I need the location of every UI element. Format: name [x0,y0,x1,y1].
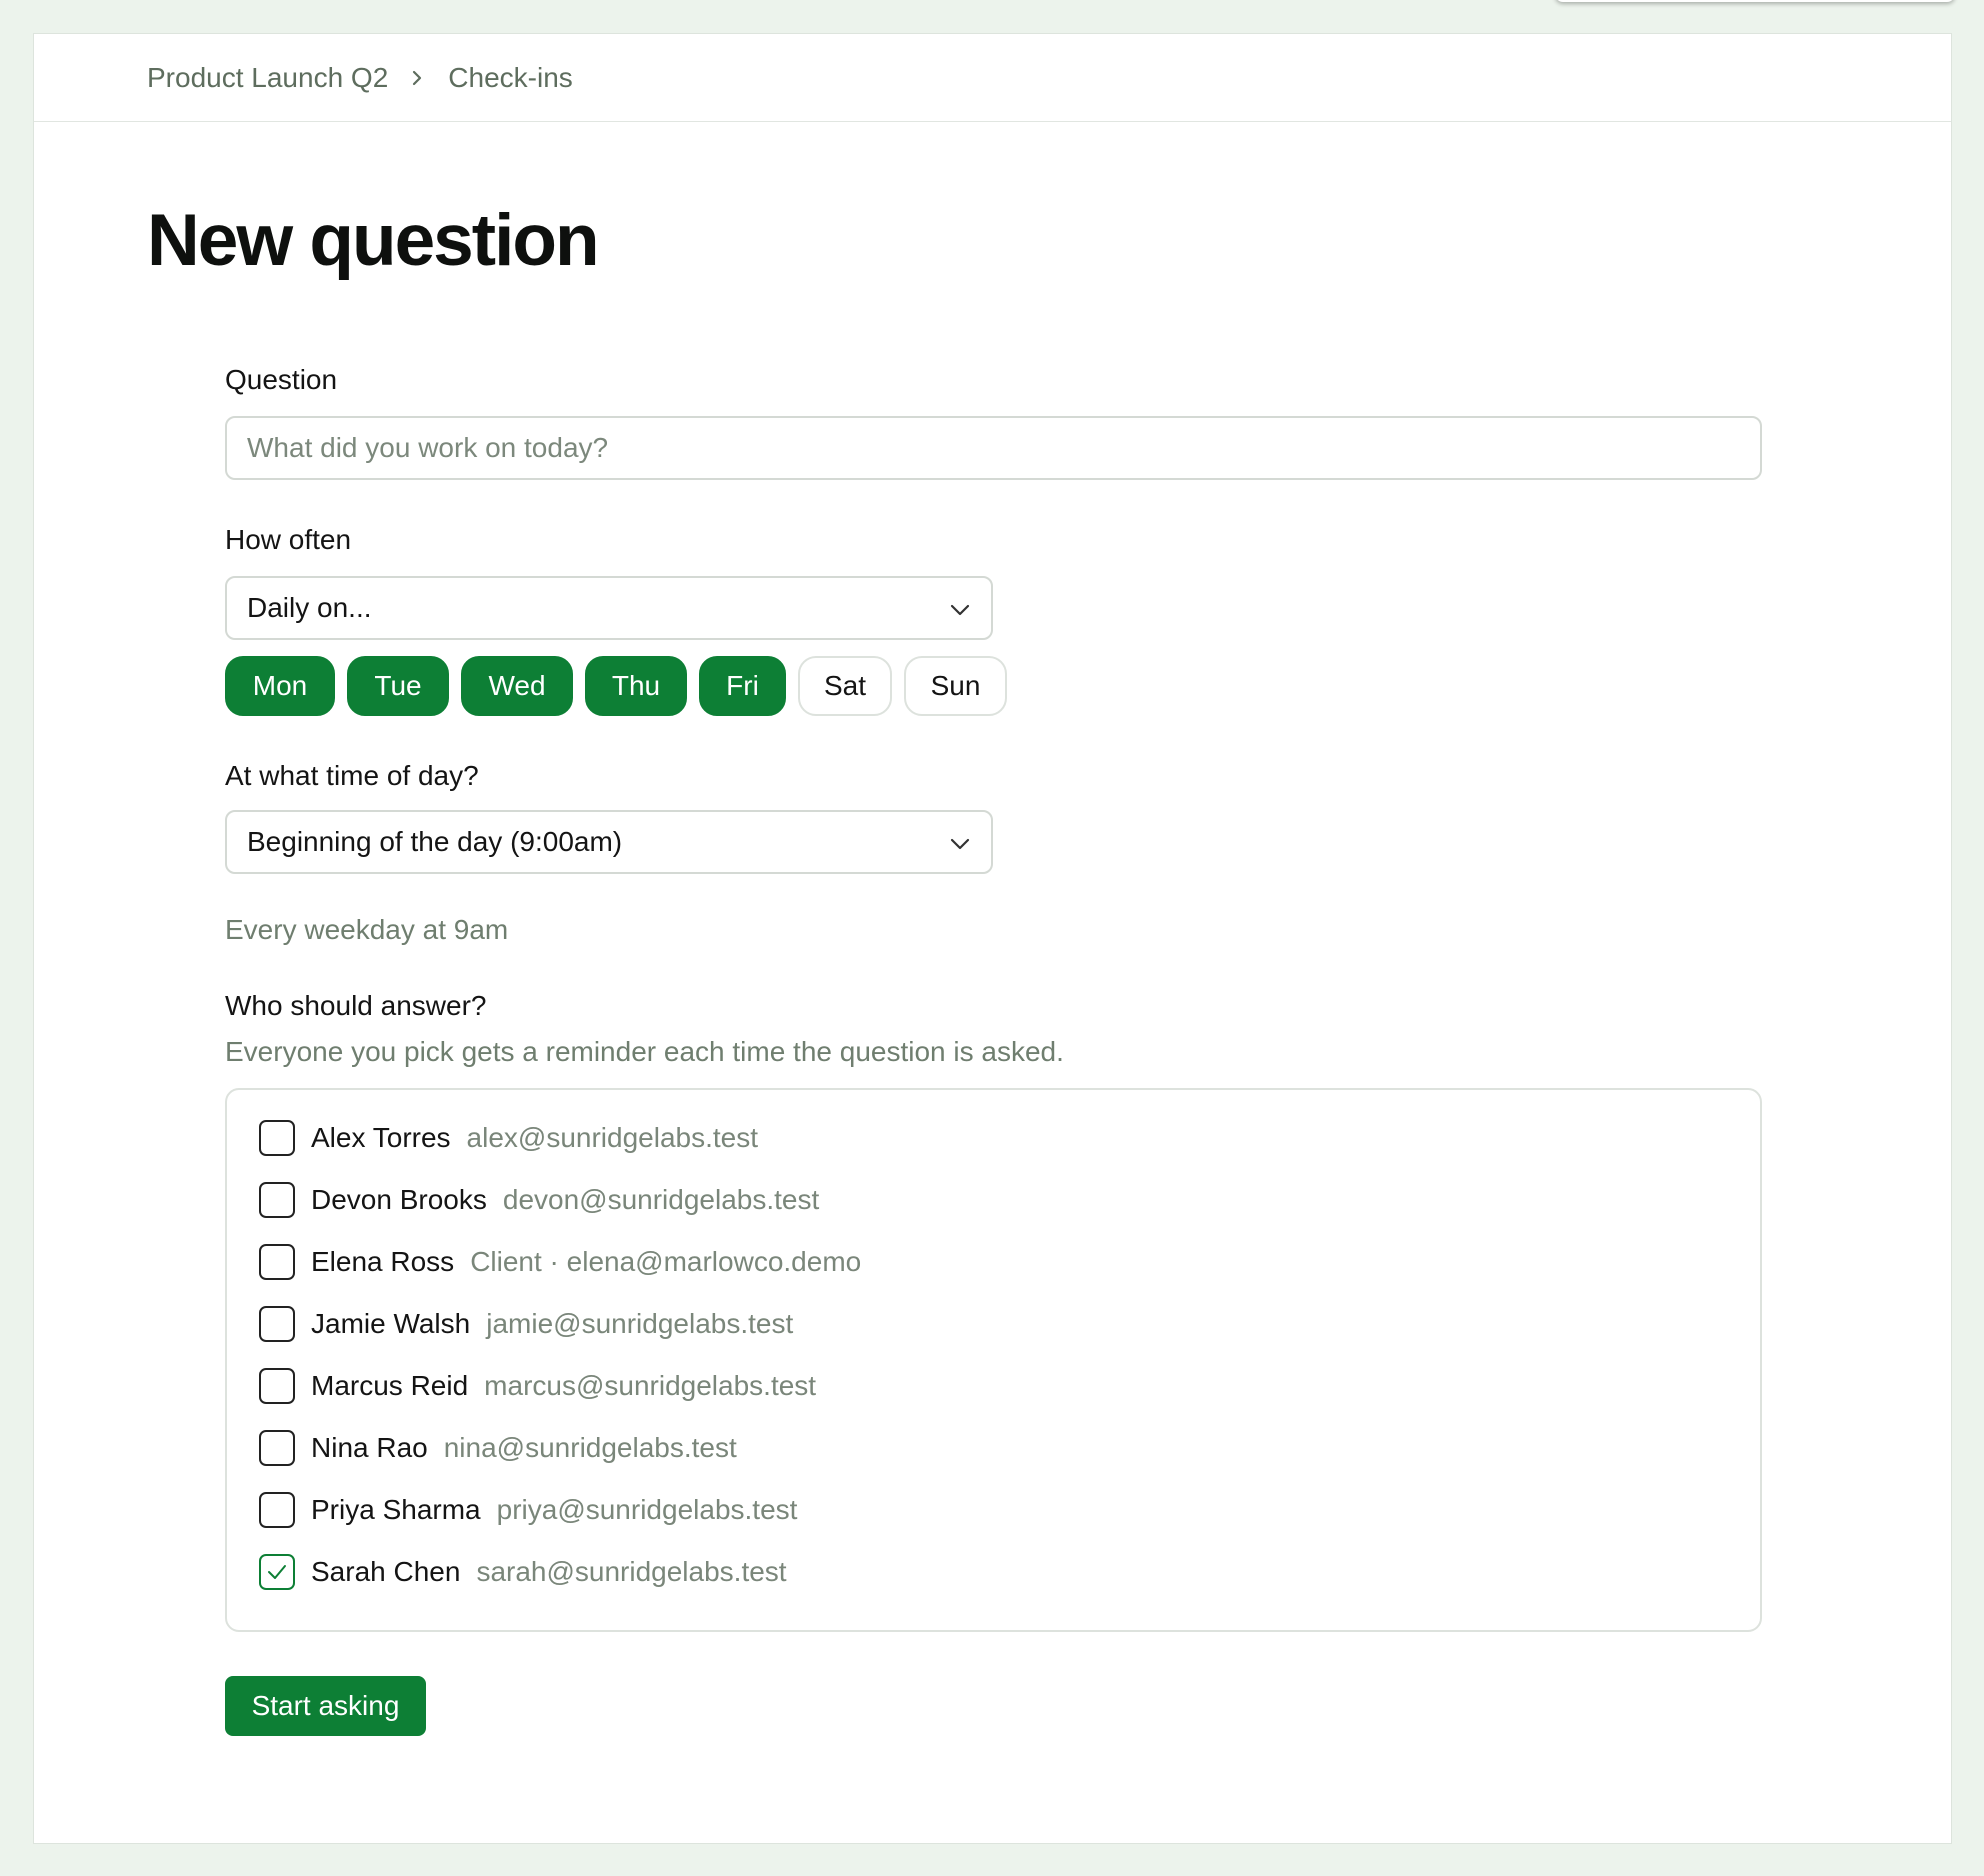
person-row-nina-rao[interactable]: Nina Rao nina@sunridgelabs.test [259,1429,1728,1466]
schedule-summary: Every weekday at 9am [225,914,509,945]
chevron-down-icon [949,826,971,858]
time-of-day-select[interactable]: Beginning of the day (9:00am) [225,810,993,874]
day-toggle-sun[interactable]: Sun [904,656,1007,716]
how-often-select[interactable]: Daily on... [225,576,993,640]
day-toggle-sat[interactable]: Sat [798,656,892,716]
person-row-jamie-walsh[interactable]: Jamie Walsh jamie@sunridgelabs.test [259,1305,1728,1342]
day-toggle-wed[interactable]: Wed [461,656,573,716]
person-checkbox[interactable] [259,1367,295,1404]
person-row-priya-sharma[interactable]: Priya Sharma priya@sunridgelabs.test [259,1491,1728,1528]
person-email: alex@sunridgelabs.test [466,1121,759,1153]
person-row-elena-ross[interactable]: Elena Ross Client · elena@marlowco.demo [259,1243,1728,1280]
person-email: sarah@sunridgelabs.test [476,1555,787,1587]
how-often-label: How often [225,524,352,555]
who-should-answer-hint: Everyone you pick gets a reminder each t… [225,1036,1064,1067]
person-checkbox[interactable] [259,1429,295,1466]
chevron-right-icon [410,68,424,88]
person-checkbox[interactable] [259,1243,295,1280]
page-title: New question [147,200,600,281]
person-name: Jamie Walsh [311,1307,471,1339]
chevron-down-icon [949,592,971,624]
breadcrumb: Product Launch Q2 Check-ins [34,34,1951,122]
person-row-marcus-reid[interactable]: Marcus Reid marcus@sunridgelabs.test [259,1367,1728,1404]
question-input[interactable] [225,416,1762,480]
breadcrumb-project-link[interactable]: Product Launch Q2 [147,62,388,94]
person-checkbox[interactable] [259,1305,295,1342]
people-list: Alex Torres alex@sunridgelabs.test Devon… [225,1088,1762,1632]
person-checkbox-checked[interactable] [259,1553,295,1590]
breadcrumb-section-link[interactable]: Check-ins [448,62,572,94]
check-icon [268,1564,286,1579]
time-of-day-value: Beginning of the day (9:00am) [247,826,623,857]
person-email: Client · elena@marlowco.demo [470,1245,862,1277]
person-row-sarah-chen[interactable]: Sarah Chen sarah@sunridgelabs.test [259,1553,1728,1590]
person-checkbox[interactable] [259,1119,295,1156]
overlay-edge [1555,0,1955,2]
person-name: Nina Rao [311,1431,428,1463]
weekday-picker: Mon Tue Wed Thu Fri Sat Sun [225,656,1762,716]
person-row-devon-brooks[interactable]: Devon Brooks devon@sunridgelabs.test [259,1181,1728,1218]
how-often-value: Daily on... [247,592,372,623]
day-toggle-tue[interactable]: Tue [347,656,449,716]
who-should-answer-label: Who should answer? [225,990,487,1021]
person-name: Marcus Reid [311,1369,469,1401]
day-toggle-thu[interactable]: Thu [585,656,687,716]
person-email: marcus@sunridgelabs.test [484,1369,817,1401]
start-asking-button[interactable]: Start asking [225,1676,426,1736]
person-email: jamie@sunridgelabs.test [486,1307,794,1339]
person-name: Sarah Chen [311,1555,461,1587]
question-label: Question [225,364,338,395]
person-name: Elena Ross [311,1245,455,1277]
person-email: nina@sunridgelabs.test [443,1431,737,1463]
person-name: Priya Sharma [311,1493,481,1525]
time-of-day-label: At what time of day? [225,760,479,791]
person-checkbox[interactable] [259,1491,295,1528]
question-form: Question How often Daily on... Mon Tue W… [225,364,1762,1736]
main-panel: Product Launch Q2 Check-ins New question… [33,33,1952,1844]
person-name: Alex Torres [311,1121,451,1153]
person-row-alex-torres[interactable]: Alex Torres alex@sunridgelabs.test [259,1119,1728,1156]
person-checkbox[interactable] [259,1181,295,1218]
person-email: devon@sunridgelabs.test [502,1183,820,1215]
day-toggle-mon[interactable]: Mon [225,656,335,716]
person-email: priya@sunridgelabs.test [496,1493,798,1525]
person-name: Devon Brooks [311,1183,487,1215]
day-toggle-fri[interactable]: Fri [699,656,786,716]
